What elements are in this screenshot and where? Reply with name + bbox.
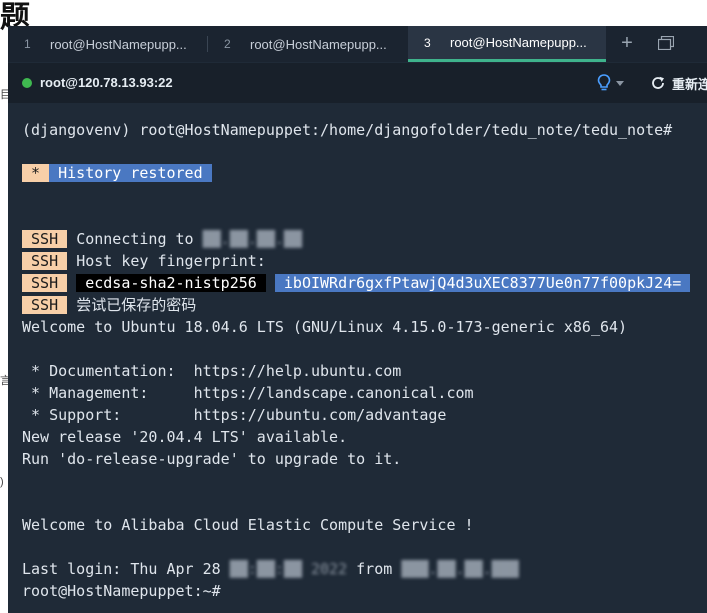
output-line: New release '20.04.4 LTS' available. [22,428,348,446]
tab-bar: 1 root@HostNamepupp... 2 root@HostNamepu… [8,26,707,62]
tab-session-2[interactable]: 2 root@HostNamepupp... [208,26,406,62]
background-text-fragment: ) [0,476,4,488]
terminal-output[interactable]: (djangovenv) root@HostNamepuppet:/home/d… [8,103,707,613]
refresh-icon [652,76,664,89]
session-bar: root@120.78.13.93:22 重新连 [8,63,707,103]
redacted-year: 2022 [311,560,348,578]
output-line: Run 'do-release-upgrade' to upgrade to i… [22,450,402,468]
terminal-window: 1 root@HostNamepupp... 2 root@HostNamepu… [8,26,707,613]
windows-icon[interactable] [657,35,675,51]
reconnect-button[interactable]: 重新连 [650,73,707,93]
reconnect-label: 重新连 [672,76,707,92]
output-line: * Management: https://landscape.canonica… [22,384,474,402]
history-restored-badge: History restored [49,164,212,182]
output-line: * Support: https://ubuntu.com/advantage [22,406,447,424]
output-line: * Documentation: https://help.ubuntu.com [22,362,402,380]
output-line: Welcome to Alibaba Cloud Elastic Compute… [22,516,474,534]
tab-label: root@HostNamepupp... [50,36,187,52]
ssh-tag: SSH [22,296,68,314]
tab-label: root@HostNamepupp... [450,35,587,50]
tab-number: 2 [224,37,231,51]
redacted-ip: ███.██.██.███ [401,560,519,578]
ssh-fingerprint-line: SSH Host key fingerprint: [22,250,266,272]
ssh-fingerprint-text: Host key fingerprint: [76,252,266,270]
redacted-time: ██:██:██ [229,560,302,578]
bulb-icon[interactable] [596,73,612,93]
session-host: root@120.78.13.93:22 [40,75,173,90]
history-mark: * [22,164,50,182]
last-login-line: Last login: Thu Apr 28 ██:██:██ 2022 fro… [22,560,519,578]
ssh-password-text: 尝试已保存的密码 [76,296,197,314]
ssh-tag: SSH [22,252,68,270]
tab-label: root@HostNamepupp... [250,36,387,52]
ssh-hash-line: SSH ecdsa-sha2-nistp256 ibOIWRdr6gxfPtaw… [22,272,691,294]
ssh-connecting-text: Connecting to [76,230,194,248]
ssh-connecting-line: SSH Connecting to ██.██.██.██ [22,228,302,250]
tab-session-3[interactable]: 3 root@HostNamepupp... [408,26,606,62]
ssh-password-line: SSH 尝试已保存的密码 [22,294,196,316]
prompt-line: root@HostNamepuppet:~# [22,582,221,600]
tab-session-1[interactable]: 1 root@HostNamepupp... [8,26,206,62]
ssh-algorithm: ecdsa-sha2-nistp256 [76,274,266,292]
output-line: Welcome to Ubuntu 18.04.6 LTS (GNU/Linux… [22,318,628,336]
ssh-tag: SSH [22,230,68,248]
history-restored-line: * History restored [22,162,212,184]
connection-status-icon [22,78,32,88]
ssh-tag: SSH [22,274,68,292]
prompt-line: (djangovenv) root@HostNamepuppet:/home/d… [22,121,673,139]
tab-number: 3 [424,35,431,50]
ssh-fingerprint-hash: ibOIWRdr6gxfPtawjQ4d3uXEC8377Ue0n77f00pk… [274,274,691,292]
chevron-down-icon[interactable] [616,81,624,86]
plus-icon[interactable]: + [616,32,638,54]
tab-number: 1 [24,37,31,51]
redacted-ip: ██.██.██.██ [202,230,302,248]
